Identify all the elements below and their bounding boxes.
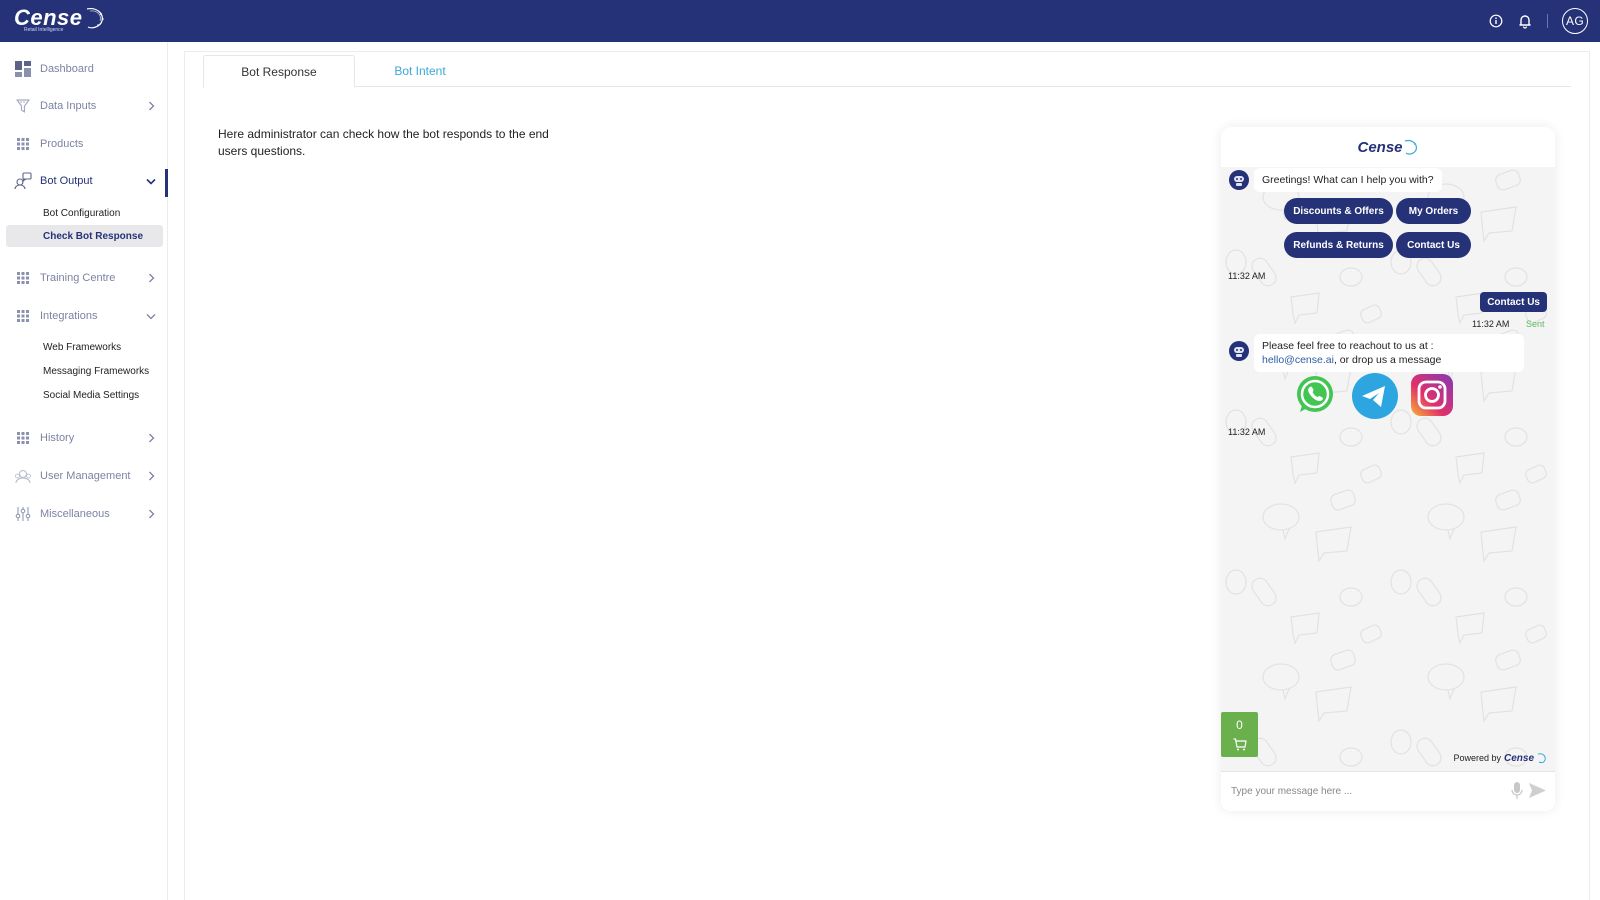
email-link[interactable]: hello@cense.ai	[1262, 354, 1334, 366]
quick-reply-my-orders[interactable]: My Orders	[1396, 198, 1471, 224]
logo-text: Cense	[14, 5, 83, 30]
user-avatar[interactable]: AG	[1562, 8, 1588, 34]
sidebar-item-label: Miscellaneous	[40, 508, 110, 520]
sidebar-item-user-management[interactable]: User Management	[0, 464, 168, 488]
bot-output-icon	[14, 172, 32, 190]
quick-reply-discounts-offers[interactable]: Discounts & Offers	[1284, 198, 1393, 224]
users-icon	[14, 467, 32, 485]
sidebar-item-label: User Management	[40, 470, 131, 482]
cart-count: 0	[1236, 718, 1243, 732]
instagram-icon[interactable]	[1411, 374, 1453, 416]
cart-button[interactable]: 0	[1221, 712, 1258, 757]
grid-icon	[14, 135, 32, 153]
tab-bot-intent[interactable]: Bot Intent	[355, 55, 485, 87]
bell-icon[interactable]	[1517, 13, 1533, 29]
bot-avatar	[1229, 170, 1249, 190]
cart-icon	[1233, 738, 1247, 751]
sidebar-subitem-social-media-settings[interactable]: Social Media Settings	[6, 384, 163, 406]
chevron-right-icon	[146, 509, 156, 519]
chat-background-pattern	[1221, 167, 1555, 771]
message-timestamp: 11:32 AM	[1472, 319, 1510, 329]
tab-bot-response[interactable]: Bot Response	[203, 55, 355, 88]
chat-header-logo: Cense	[1357, 138, 1418, 156]
grid-icon	[14, 307, 32, 325]
sliders-icon	[14, 505, 32, 523]
user-message: Contact Us	[1480, 292, 1547, 312]
info-icon[interactable]	[1489, 14, 1503, 28]
chevron-right-icon	[146, 273, 156, 283]
message-status: Sent	[1526, 319, 1545, 329]
message-timestamp: 11:32 AM	[1228, 427, 1266, 437]
toolbar-divider	[1547, 14, 1548, 28]
chevron-right-icon	[146, 471, 156, 481]
logo-swirl-icon	[1404, 139, 1417, 155]
chevron-right-icon	[146, 433, 156, 443]
message-text: , or drop us a message	[1333, 354, 1442, 366]
sidebar: Dashboard Data Inputs Products Bot Outpu…	[0, 42, 168, 900]
whatsapp-icon[interactable]	[1294, 374, 1336, 416]
sidebar-item-label: Products	[40, 138, 84, 150]
sidebar-item-dashboard[interactable]: Dashboard	[0, 57, 168, 81]
sidebar-item-label: Training Centre	[40, 272, 116, 284]
page-description: Here administrator can check how the bot…	[218, 127, 549, 158]
grid-icon	[14, 429, 32, 447]
chevron-right-icon	[146, 101, 156, 111]
microphone-icon[interactable]	[1511, 782, 1523, 805]
sidebar-item-data-inputs[interactable]: Data Inputs	[0, 94, 168, 118]
sidebar-item-label: Integrations	[40, 310, 98, 322]
powered-by-text: Powered by	[1453, 753, 1501, 763]
sidebar-item-miscellaneous[interactable]: Miscellaneous	[0, 502, 168, 526]
chat-logo-text: Cense	[1357, 138, 1403, 156]
chevron-down-icon	[146, 311, 156, 321]
grid-icon	[14, 269, 32, 287]
logo-swirl-icon	[86, 8, 104, 29]
tab-bar: Bot Response Bot Intent	[203, 55, 1571, 88]
sidebar-item-label: Dashboard	[40, 63, 94, 75]
sidebar-subitem-bot-configuration[interactable]: Bot Configuration	[6, 202, 163, 224]
dashboard-icon	[14, 60, 32, 78]
bot-message-greeting: Greetings! What can I help you with?	[1254, 168, 1442, 192]
sidebar-item-history[interactable]: History	[0, 426, 168, 450]
telegram-icon[interactable]	[1352, 373, 1398, 419]
logo-swirl-icon	[1537, 753, 1546, 764]
sidebar-item-bot-output[interactable]: Bot Output	[0, 169, 168, 193]
sidebar-subitem-web-frameworks[interactable]: Web Frameworks	[6, 336, 163, 358]
sidebar-item-label: Bot Output	[40, 175, 93, 187]
funnel-icon	[14, 97, 32, 115]
logo-tagline: Retail Intelligence	[24, 27, 64, 33]
chat-widget: Cense Greetings! What can I help you wit…	[1221, 127, 1555, 811]
message-text: Please feel free to reachout to us at :	[1262, 340, 1434, 352]
sidebar-subitem-check-bot-response[interactable]: Check Bot Response	[6, 225, 163, 247]
chat-input-bar	[1221, 771, 1555, 811]
message-timestamp: 11:32 AM	[1228, 271, 1266, 281]
sidebar-item-products[interactable]: Products	[0, 132, 168, 156]
powered-by: Powered by Cense	[1453, 752, 1547, 764]
quick-reply-contact-us[interactable]: Contact Us	[1396, 232, 1471, 258]
bot-message-contact: Please feel free to reachout to us at : …	[1254, 334, 1524, 372]
quick-reply-refunds-returns[interactable]: Refunds & Returns	[1284, 232, 1393, 258]
bot-avatar	[1229, 341, 1249, 361]
cense-logo[interactable]: Cense Retail Intelligence	[14, 5, 106, 33]
chat-header: Cense	[1221, 127, 1555, 167]
sidebar-item-integrations[interactable]: Integrations	[0, 304, 168, 328]
chevron-down-icon	[146, 176, 156, 186]
sidebar-item-training-centre[interactable]: Training Centre	[0, 266, 168, 290]
top-bar: Cense Retail Intelligence AG	[0, 0, 1600, 42]
chat-message-input[interactable]	[1231, 780, 1501, 802]
sidebar-subitem-messaging-frameworks[interactable]: Messaging Frameworks	[6, 360, 163, 382]
send-icon[interactable]	[1529, 783, 1546, 803]
sidebar-item-label: History	[40, 432, 75, 444]
sidebar-item-label: Data Inputs	[40, 100, 97, 112]
powered-by-logo[interactable]: Cense	[1504, 753, 1534, 764]
active-indicator	[165, 169, 168, 197]
